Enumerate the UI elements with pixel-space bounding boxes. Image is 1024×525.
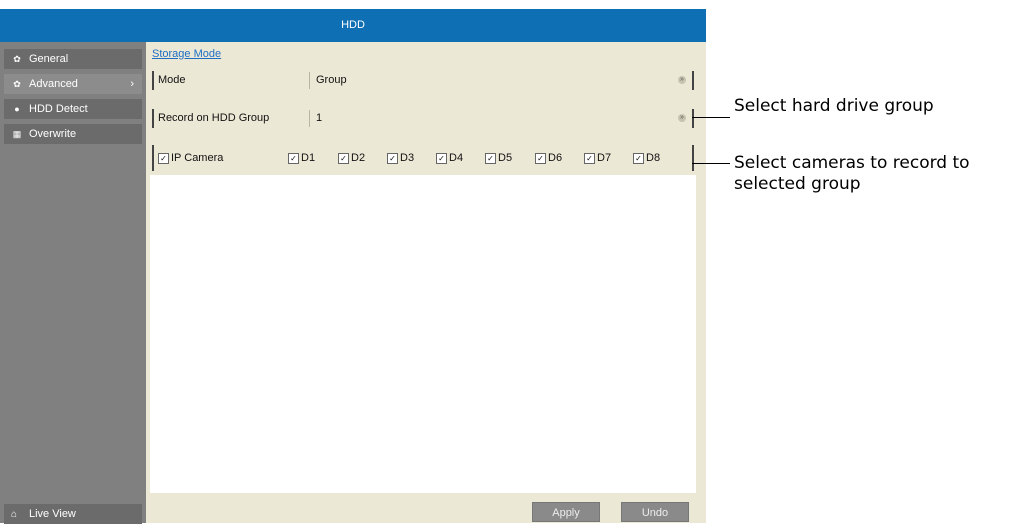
mode-row: Mode Group » [152, 71, 694, 90]
camera-checkbox-d2[interactable]: ✓ D2 [338, 151, 365, 165]
sidebar: ✿ General ✿ Advanced › ● HDD Detect ▦ Overwr… [0, 42, 146, 524]
gear-icon: ✿ [13, 79, 21, 89]
ip-camera-checkbox[interactable]: ✓ IP Camera [158, 151, 223, 165]
camera-checkbox-d7[interactable]: ✓ D7 [584, 151, 611, 165]
apply-button[interactable]: Apply [532, 502, 600, 522]
camera-checkbox-d5[interactable]: ✓ D5 [485, 151, 512, 165]
camera-selection-row: ✓ IP Camera ✓ D1 ✓ D2 ✓ D3 ✓ D4 ✓ D5 ✓ D6 ✓ D7 [152, 145, 694, 171]
record-group-select[interactable]: 1 » [309, 110, 690, 127]
checkbox-label: D8 [646, 152, 661, 164]
checkbox-label: D3 [400, 152, 415, 164]
camera-checkbox-d3[interactable]: ✓ D3 [387, 151, 414, 165]
dropdown-icon: » [678, 114, 686, 122]
checkmark-icon: ✓ [485, 152, 496, 164]
storage-mode-link[interactable]: Storage Mode [152, 48, 221, 60]
hdd-detect-icon: ● [14, 104, 20, 114]
camera-checkbox-d6[interactable]: ✓ D6 [535, 151, 562, 165]
record-group-label: Record on HDD Group [158, 112, 270, 124]
mode-value: Group [316, 74, 347, 86]
mode-label: Mode [158, 74, 186, 86]
checkmark-icon: ✓ [584, 152, 595, 164]
callout-hdd-group: Select hard drive group [734, 96, 934, 116]
chevron-right-icon: › [130, 78, 134, 90]
checkmark-icon: ✓ [338, 152, 349, 164]
live-view-button[interactable]: ⌂ Live View [4, 504, 142, 524]
sidebar-item-label: General [29, 53, 69, 65]
checkbox-label: D4 [449, 152, 464, 164]
dropdown-icon: » [678, 76, 686, 84]
home-icon: ⌂ [11, 509, 18, 520]
content-area: Storage Mode Mode Group » Record on HDD … [146, 42, 706, 523]
hdd-window: HDD ✿ General ✿ Advanced › ● HDD Detect ▦ Ov… [0, 9, 706, 524]
camera-checkbox-d4[interactable]: ✓ D4 [436, 151, 463, 165]
sidebar-item-label: Overwrite [29, 128, 77, 140]
checkmark-icon: ✓ [288, 152, 299, 164]
window-title: HDD [0, 9, 706, 42]
sidebar-item-hdd-detect[interactable]: ● HDD Detect [4, 99, 142, 119]
grid-icon: ▦ [12, 129, 22, 139]
mode-select[interactable]: Group » [309, 72, 690, 89]
callout-leader-line [692, 163, 730, 164]
gear-icon: ✿ [13, 54, 21, 64]
checkbox-label: D1 [301, 152, 316, 164]
live-view-label: Live View [29, 508, 76, 520]
record-group-value: 1 [316, 112, 323, 124]
camera-checkbox-d8[interactable]: ✓ D8 [633, 151, 660, 165]
checkbox-label: D5 [498, 152, 513, 164]
checkbox-label: D2 [351, 152, 366, 164]
sidebar-item-overwrite[interactable]: ▦ Overwrite [4, 124, 142, 144]
callout-leader-line [692, 117, 730, 118]
content-pane [150, 175, 696, 493]
checkmark-icon: ✓ [158, 152, 169, 164]
undo-button[interactable]: Undo [621, 502, 689, 522]
checkmark-icon: ✓ [535, 152, 546, 164]
record-group-row: Record on HDD Group 1 » [152, 109, 694, 128]
camera-checkbox-d1[interactable]: ✓ D1 [288, 151, 315, 165]
sidebar-item-label: Advanced [29, 78, 78, 90]
checkbox-label: D7 [597, 152, 612, 164]
checkmark-icon: ✓ [633, 152, 644, 164]
checkbox-label: D6 [548, 152, 563, 164]
callout-cameras-line1: Select cameras to record to [734, 153, 970, 173]
sidebar-item-label: HDD Detect [29, 103, 88, 115]
callout-cameras-line2: selected group [734, 174, 861, 194]
sidebar-item-general[interactable]: ✿ General [4, 49, 142, 69]
checkmark-icon: ✓ [387, 152, 398, 164]
checkbox-label: IP Camera [171, 152, 224, 164]
checkmark-icon: ✓ [436, 152, 447, 164]
sidebar-item-advanced[interactable]: ✿ Advanced › [4, 74, 142, 94]
